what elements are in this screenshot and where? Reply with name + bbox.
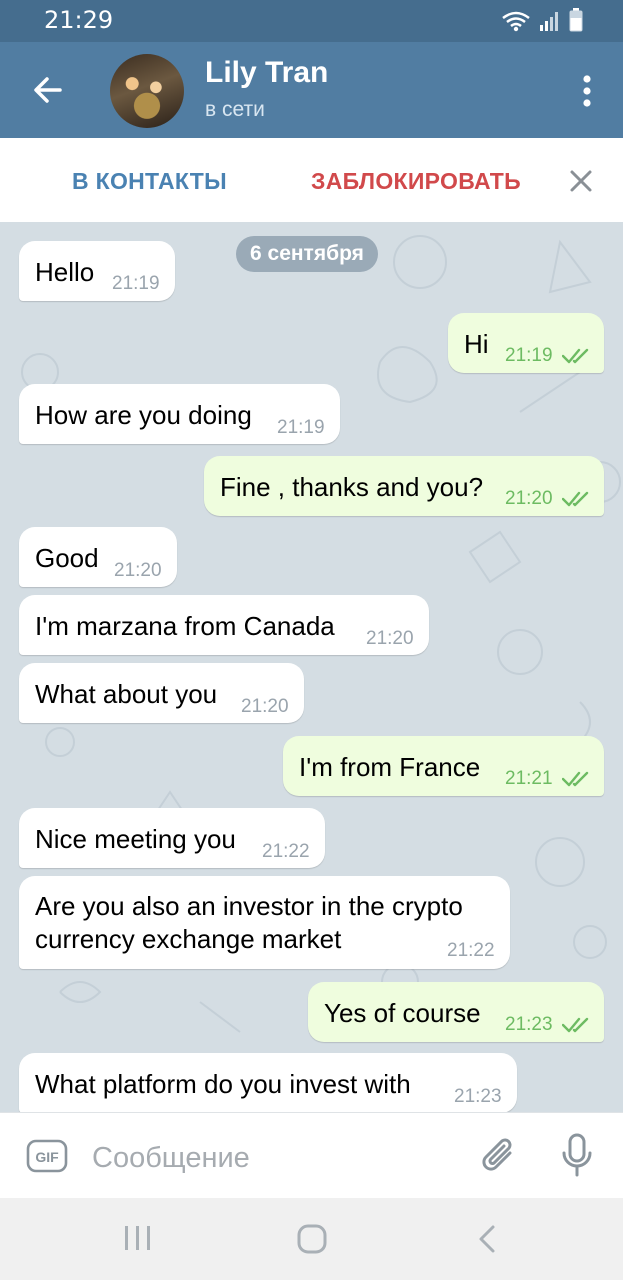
message-incoming[interactable]: Nice meeting you 21:22	[19, 808, 325, 868]
chat-header: Lily Tran в сети	[0, 42, 623, 138]
message-time: 21:20	[366, 628, 414, 649]
message-input[interactable]	[90, 1137, 454, 1179]
message-time: 21:20	[505, 488, 553, 509]
message-time: 21:19	[112, 273, 160, 294]
message-text: I'm from France	[299, 752, 481, 782]
message-time: 21:22	[262, 841, 310, 862]
wifi-icon	[502, 11, 530, 32]
arrow-left-icon[interactable]	[28, 70, 68, 110]
message-time: 21:22	[447, 940, 495, 961]
avatar[interactable]	[110, 54, 184, 128]
message-outgoing[interactable]: Yes of course 21:23	[308, 982, 604, 1042]
message-outgoing[interactable]: Hi 21:19	[448, 313, 604, 373]
back-nav-icon[interactable]	[477, 1224, 497, 1254]
message-composer: GIF	[0, 1112, 623, 1199]
date-separator: 6 сентября	[236, 236, 378, 272]
message-text: What platform do you invest with	[35, 1069, 411, 1099]
microphone-icon[interactable]	[560, 1133, 594, 1179]
message-time: 21:19	[277, 417, 325, 438]
block-button[interactable]: ЗАБЛОКИРОВАТЬ	[311, 168, 521, 195]
message-text: Hi	[464, 329, 489, 359]
add-contact-button[interactable]: В КОНТАКТЫ	[72, 168, 227, 195]
message-text: Fine , thanks and you?	[220, 472, 484, 502]
paperclip-icon[interactable]	[480, 1135, 518, 1177]
signal-icon	[540, 12, 558, 31]
message-text: Are you also an investor in the crypto c…	[35, 891, 463, 954]
double-check-icon	[562, 348, 589, 364]
message-time: 21:19	[505, 345, 553, 366]
message-incoming[interactable]: I'm marzana from Canada 21:20	[19, 595, 429, 655]
recent-apps-icon[interactable]	[123, 1224, 153, 1252]
close-icon[interactable]	[568, 168, 594, 194]
message-time: 21:23	[454, 1086, 502, 1107]
message-outgoing[interactable]: I'm from France 21:21	[283, 736, 604, 796]
message-time: 21:20	[114, 560, 162, 581]
message-incoming[interactable]: What platform do you invest with 21:23	[19, 1053, 517, 1112]
message-time: 21:23	[505, 1014, 553, 1035]
unknown-contact-bar: В КОНТАКТЫ ЗАБЛОКИРОВАТЬ	[0, 138, 623, 223]
message-text: How are you doing	[35, 400, 252, 430]
message-incoming[interactable]: Hello 21:19	[19, 241, 175, 301]
double-check-icon	[562, 1017, 589, 1033]
message-incoming[interactable]: What about you 21:20	[19, 663, 304, 723]
more-vertical-icon[interactable]	[581, 74, 593, 108]
status-icons	[501, 8, 583, 32]
contact-status: в сети	[205, 98, 265, 121]
message-text: I'm marzana from Canada	[35, 611, 335, 641]
chat-area[interactable]: 6 сентября Hello 21:19 Hi 21:19 How are …	[0, 222, 623, 1112]
message-text: Hello	[35, 257, 95, 287]
battery-icon	[569, 8, 583, 32]
double-check-icon	[562, 491, 589, 507]
message-time: 21:20	[241, 696, 289, 717]
double-check-icon	[562, 771, 589, 787]
message-text: Good	[35, 543, 99, 573]
message-incoming[interactable]: How are you doing 21:19	[19, 384, 340, 444]
status-time: 21:29	[44, 6, 114, 34]
gif-label: GIF	[35, 1149, 59, 1165]
status-bar: 21:29	[0, 0, 623, 42]
message-incoming[interactable]: Are you also an investor in the crypto c…	[19, 876, 510, 969]
message-incoming[interactable]: Good 21:20	[19, 527, 177, 587]
home-icon[interactable]	[296, 1224, 328, 1254]
message-outgoing[interactable]: Fine , thanks and you? 21:20	[204, 456, 604, 516]
system-nav-bar	[0, 1198, 623, 1280]
gif-icon[interactable]: GIF	[26, 1139, 68, 1173]
contact-name[interactable]: Lily Tran	[205, 56, 328, 90]
message-time: 21:21	[505, 768, 553, 789]
message-text: What about you	[35, 679, 218, 709]
message-text: Yes of course	[324, 998, 481, 1028]
message-text: Nice meeting you	[35, 824, 236, 854]
